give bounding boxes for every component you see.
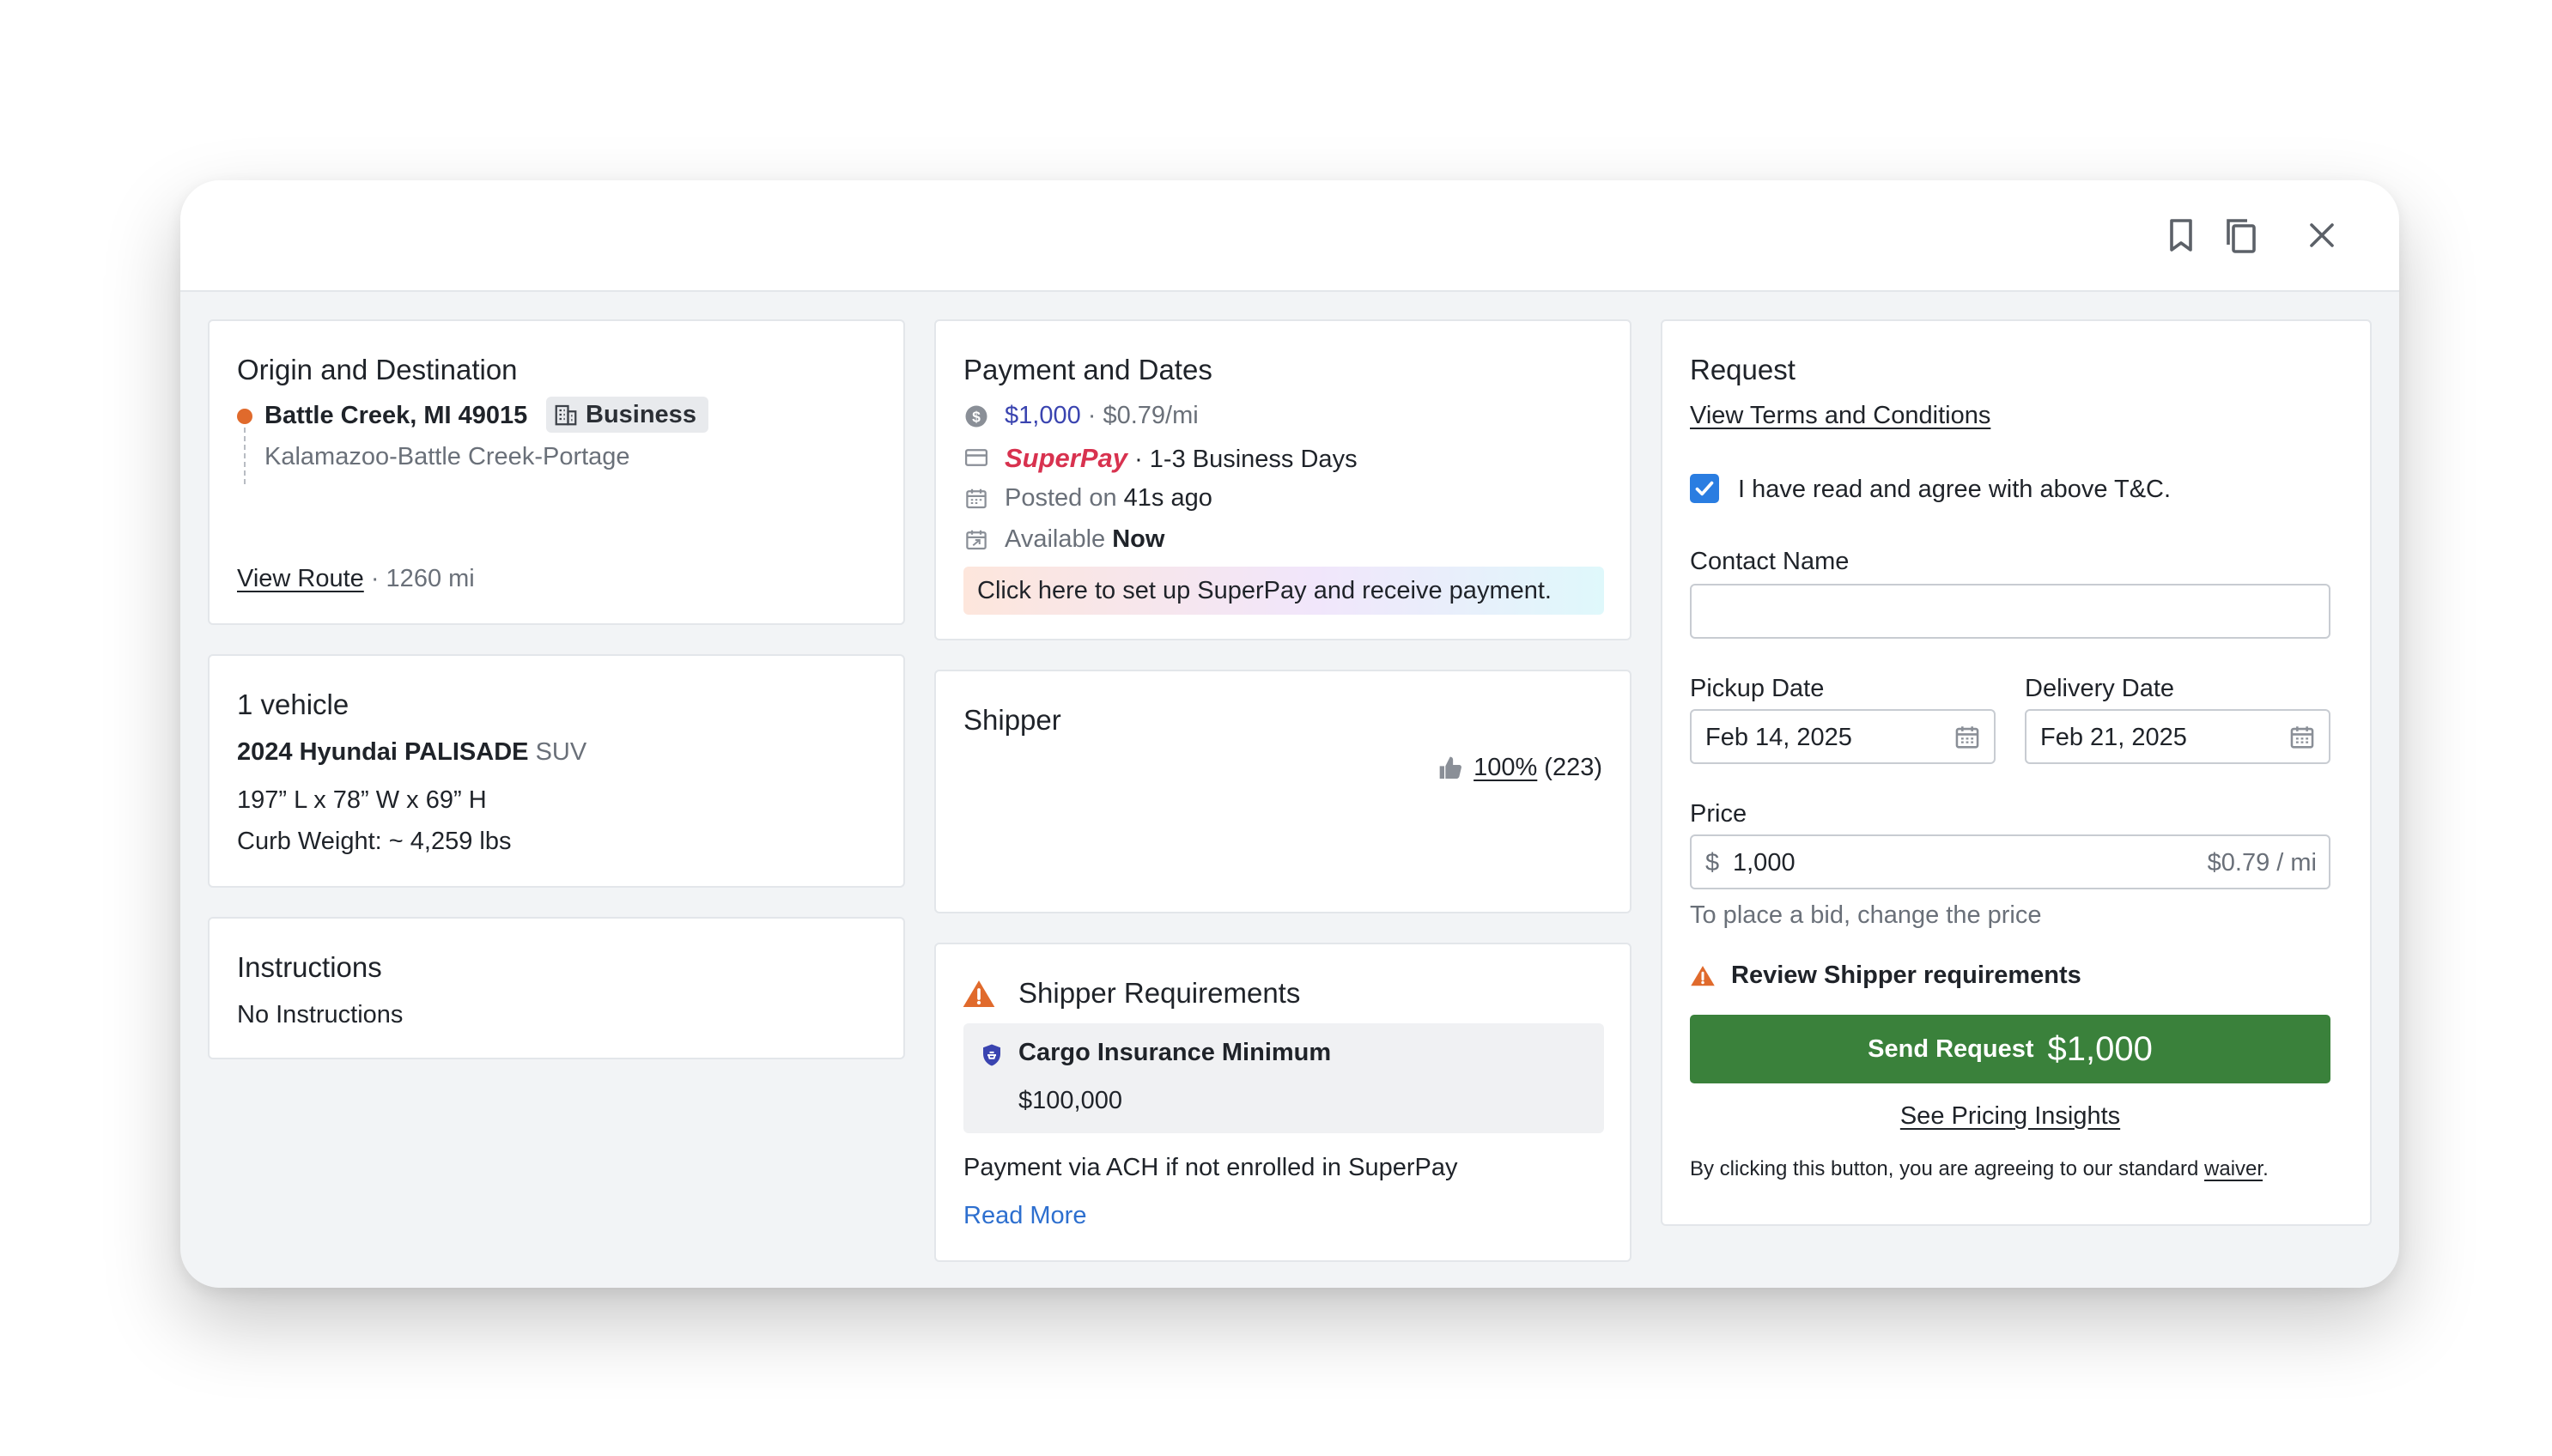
send-request-amount: $1,000 (2047, 1029, 2153, 1068)
shield-icon (979, 1042, 1005, 1068)
agree-checkbox[interactable] (1690, 474, 1719, 503)
check-icon (1695, 481, 1714, 496)
payment-card-title: Payment and Dates (963, 354, 1212, 385)
view-terms-link[interactable]: View Terms and Conditions (1690, 402, 1990, 430)
vehicle-type: SUV (535, 738, 587, 766)
bookmark-icon[interactable] (2160, 215, 2202, 256)
payment-per-mile: · $0.79/mi (1087, 402, 1199, 429)
available-row: Available Now (1005, 525, 1164, 554)
instructions-text: No Instructions (237, 1001, 404, 1028)
warning-triangle-icon (962, 977, 996, 1011)
credit-card-icon (963, 445, 989, 470)
requirement-item-title: Cargo Insurance Minimum (1018, 1039, 1332, 1066)
vehicle-curb-weight: Curb Weight: ~ 4,259 lbs (237, 828, 512, 855)
calendar-icon[interactable] (2288, 723, 2317, 752)
payment-dates-card: Payment and Dates $ $1,000 · $0.79/mi Su… (934, 319, 1631, 640)
origin-destination-card: Origin and Destination Battle Creek, MI … (208, 319, 905, 625)
payment-price: $1,000 (1005, 402, 1081, 429)
requirements-card-title: Shipper Requirements (1018, 977, 1301, 1009)
posted-row: Posted on 41s ago (1005, 484, 1212, 513)
shipper-card: Shipper 100% (223) (934, 670, 1631, 913)
origin-card-title: Origin and Destination (237, 354, 518, 385)
vehicle-name: 2024 Hyundai PALISADE (237, 738, 529, 766)
load-details-modal: Origin and Destination Battle Creek, MI … (180, 180, 2399, 1288)
superpay-setup-banner[interactable]: Click here to set up SuperPay and receiv… (963, 567, 1604, 615)
price-hint: To place a bid, change the price (1690, 901, 2042, 929)
payment-terms: · 1-3 Business Days (1134, 446, 1358, 473)
pickup-date-value: Feb 14, 2025 (1705, 724, 1852, 751)
waiver-prefix: By clicking this button, you are agreein… (1690, 1157, 2199, 1180)
request-card: Request View Terms and Conditions I have… (1661, 319, 2372, 1226)
price-input[interactable]: $ 1,000 $0.79 / mi (1690, 834, 2330, 889)
copy-icon[interactable] (2221, 215, 2262, 256)
send-request-button[interactable]: Send Request $1,000 (1690, 1015, 2330, 1083)
origin-location: Battle Creek, MI 49015 (264, 402, 528, 429)
agree-label: I have read and agree with above T&C. (1738, 476, 2172, 503)
contact-name-input[interactable] (1690, 584, 2330, 639)
waiver-suffix: . (2263, 1157, 2269, 1180)
superpay-logo: SuperPay (1005, 443, 1128, 473)
price-label: Price (1690, 800, 1747, 828)
posted-prefix: Posted on (1005, 484, 1117, 512)
route-distance: · 1260 mi (370, 565, 475, 592)
calendar-icon (963, 486, 989, 512)
requirement-item: Cargo Insurance Minimum $100,000 (963, 1023, 1604, 1133)
vehicle-name-row: 2024 Hyundai PALISADE SUV (237, 738, 586, 767)
modal-header (180, 180, 2399, 292)
location-dot-icon (237, 409, 252, 424)
vehicle-dimensions: 197” L x 78” W x 69” H (237, 786, 487, 814)
instructions-card: Instructions No Instructions (208, 917, 905, 1059)
pickup-date-label: Pickup Date (1690, 675, 1825, 702)
waiver-link[interactable]: waiver (2204, 1157, 2263, 1180)
rating-percent-link[interactable]: 100% (1473, 754, 1537, 782)
shipper-card-title: Shipper (963, 704, 1061, 736)
delivery-date-label: Delivery Date (2025, 675, 2175, 702)
review-requirements-link[interactable]: Review Shipper requirements (1731, 962, 2081, 990)
svg-text:$: $ (972, 408, 981, 425)
pickup-date-input[interactable]: Feb 14, 2025 (1690, 709, 1996, 764)
vehicle-card: 1 vehicle 2024 Hyundai PALISADE SUV 197”… (208, 654, 905, 888)
requirement-item-value: $100,000 (1018, 1087, 1122, 1114)
price-input-value: 1,000 (1733, 849, 1796, 877)
business-badge-label: Business (586, 400, 696, 428)
warning-triangle-icon (1690, 963, 1716, 989)
requirements-note: Payment via ACH if not enrolled in Super… (963, 1154, 1458, 1181)
delivery-date-value: Feb 21, 2025 (2040, 724, 2187, 751)
route-line (244, 428, 246, 484)
building-icon (553, 402, 579, 428)
waiver-notice: By clicking this button, you are agreein… (1690, 1157, 2269, 1181)
instructions-card-title: Instructions (237, 951, 382, 983)
view-route-link[interactable]: View Route (237, 565, 364, 592)
origin-area: Kalamazoo-Battle Creek-Portage (264, 443, 630, 470)
available-value: Now (1112, 525, 1165, 553)
close-icon[interactable] (2301, 215, 2342, 256)
request-card-title: Request (1690, 354, 1796, 385)
payment-price-row: $1,000 · $0.79/mi (1005, 402, 1199, 430)
price-currency: $ (1705, 849, 1720, 877)
shipper-rating: 100% (223) (1437, 754, 1602, 782)
posted-value: 41s ago (1123, 484, 1212, 512)
read-more-link[interactable]: Read More (963, 1202, 1086, 1230)
calendar-icon[interactable] (1953, 723, 1982, 752)
payment-method-row: SuperPay · 1-3 Business Days (1005, 443, 1358, 474)
rating-count: (223) (1544, 754, 1602, 781)
route-row: View Route · 1260 mi (237, 565, 475, 593)
send-request-label: Send Request (1868, 1034, 2034, 1063)
business-badge: Business (546, 397, 708, 433)
contact-name-label: Contact Name (1690, 548, 1850, 575)
pricing-insights-link[interactable]: See Pricing Insights (1690, 1102, 2330, 1131)
thumbs-up-icon (1437, 755, 1465, 782)
calendar-arrow-icon (963, 527, 989, 553)
shipper-requirements-card: Shipper Requirements Cargo Insurance Min… (934, 943, 1631, 1262)
available-prefix: Available (1005, 525, 1106, 553)
dollar-circle-icon: $ (963, 403, 989, 429)
price-input-per-mile: $0.79 / mi (2207, 849, 2317, 877)
vehicle-card-title: 1 vehicle (237, 689, 349, 720)
delivery-date-input[interactable]: Feb 21, 2025 (2025, 709, 2330, 764)
